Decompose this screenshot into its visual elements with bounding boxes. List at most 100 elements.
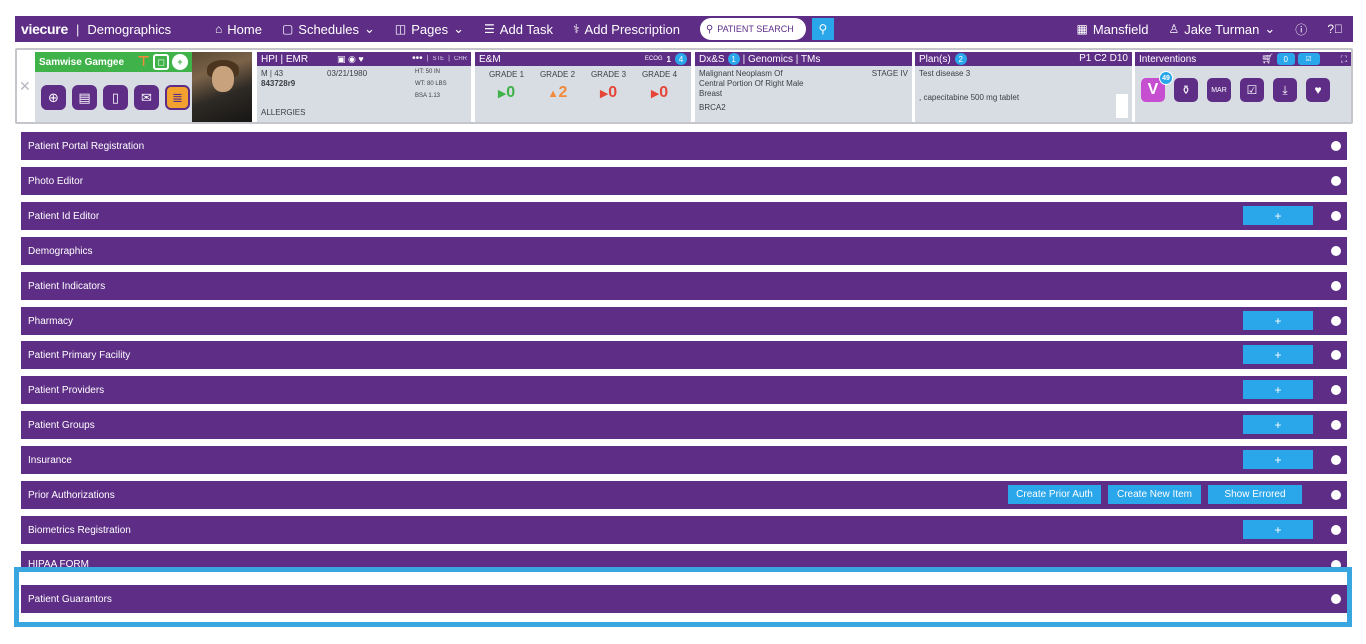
section-biometrics-registration[interactable]: Biometrics Registration + bbox=[21, 516, 1347, 544]
checklist-icon[interactable]: ☑ bbox=[1297, 53, 1320, 65]
section-pharmacy[interactable]: Pharmacy + bbox=[21, 307, 1347, 335]
nav-add-prescription[interactable]: ⚕ Add Prescription bbox=[573, 22, 680, 37]
patient-name[interactable]: Samwise Gamgee bbox=[39, 57, 124, 68]
section-patient-id-editor[interactable]: Patient Id Editor + bbox=[21, 202, 1347, 230]
document-icon[interactable]: ≣ bbox=[165, 85, 190, 110]
more-icon[interactable]: ••• bbox=[412, 53, 423, 64]
ecog-badge[interactable]: 4 bbox=[675, 53, 687, 65]
mar-icon[interactable]: MAR bbox=[1207, 78, 1231, 102]
add-patient-primary-facility-button[interactable]: + bbox=[1243, 345, 1313, 364]
nav-add-task[interactable]: ☰ Add Task bbox=[484, 22, 553, 37]
grade-label: GRADE 1 bbox=[488, 70, 525, 79]
cart-icon[interactable]: 🛒︎ bbox=[1261, 54, 1274, 65]
section-insurance[interactable]: Insurance + bbox=[21, 446, 1347, 474]
diagnosis-line-1: Malignant Neoplasm Of bbox=[699, 69, 783, 78]
flag-icon[interactable]: ⊤ bbox=[137, 54, 150, 70]
dx-badge[interactable]: 1 bbox=[727, 53, 740, 65]
expand-toggle-icon[interactable] bbox=[1331, 385, 1341, 395]
expand-toggle-icon[interactable] bbox=[1331, 211, 1341, 221]
location-selector[interactable]: ▦ Mansfield bbox=[1076, 22, 1148, 37]
vaccine-button[interactable]: V 49 bbox=[1141, 71, 1173, 102]
info-icon[interactable]: ⓘ bbox=[1295, 21, 1307, 38]
section-demographics[interactable]: Demographics bbox=[21, 237, 1347, 265]
expand-toggle-icon[interactable] bbox=[1331, 420, 1341, 430]
section-patient-providers[interactable]: Patient Providers + bbox=[21, 376, 1347, 404]
expand-toggle-icon[interactable] bbox=[1331, 141, 1341, 151]
cart-count[interactable]: 0 bbox=[1276, 53, 1295, 65]
note-icon[interactable]: ◻ bbox=[153, 54, 169, 70]
dx-panel: Dx&S 1 | Genomics | TMs Malignant Neopla… bbox=[695, 52, 912, 122]
nav-schedules[interactable]: ▢ Schedules ⌄ bbox=[282, 21, 375, 37]
add-patient-groups-button[interactable]: + bbox=[1243, 415, 1313, 434]
grade-count: 0 bbox=[506, 84, 516, 101]
chr-link[interactable]: CHR bbox=[454, 56, 467, 62]
grade-count: 0 bbox=[608, 84, 618, 101]
expand-toggle-icon[interactable] bbox=[1331, 560, 1341, 570]
section-patient-portal-registration[interactable]: Patient Portal Registration bbox=[21, 132, 1347, 160]
create-new-item-button[interactable]: Create New Item bbox=[1108, 485, 1201, 504]
collapse-chevron-icon[interactable]: ✕ bbox=[19, 78, 31, 95]
show-errored-button[interactable]: Show Errored bbox=[1208, 485, 1302, 504]
expand-toggle-icon[interactable] bbox=[1331, 594, 1341, 604]
search-button[interactable]: ⚲ bbox=[811, 18, 834, 40]
hpi-icons[interactable]: ▣ ◉ ♥ bbox=[337, 54, 364, 65]
section-label: Biometrics Registration bbox=[28, 524, 131, 536]
section-patient-guarantors[interactable]: Patient Guarantors bbox=[21, 585, 1347, 613]
grade-4[interactable]: GRADE 4 ▶0 bbox=[642, 70, 677, 102]
em-title[interactable]: E&M bbox=[479, 54, 501, 65]
ste-link[interactable]: STE bbox=[433, 56, 445, 62]
add-biometrics-registration-button[interactable]: + bbox=[1243, 520, 1313, 539]
expand-toggle-icon[interactable] bbox=[1331, 350, 1341, 360]
patient-search-input[interactable]: ⚲ PATIENT SEARCH bbox=[699, 18, 806, 40]
expand-toggle-icon[interactable] bbox=[1331, 525, 1341, 535]
heart-plus-icon[interactable]: ♥ bbox=[1306, 78, 1330, 102]
add-insurance-button[interactable]: + bbox=[1243, 450, 1313, 469]
user-menu[interactable]: ♙ Jake Turman ⌄ bbox=[1168, 21, 1275, 37]
expand-toggle-icon[interactable] bbox=[1331, 281, 1341, 291]
dx-title[interactable]: Dx&S bbox=[699, 54, 725, 65]
shield-plus-icon[interactable]: + bbox=[172, 54, 188, 70]
download-icon[interactable]: ⤓ bbox=[1273, 78, 1297, 102]
checklist-doc-icon[interactable]: ☑ bbox=[1240, 78, 1264, 102]
mail-icon[interactable]: ✉ bbox=[134, 85, 159, 110]
calendar-icon[interactable]: ▤ bbox=[72, 85, 97, 110]
hpi-title[interactable]: HPI | EMR bbox=[261, 54, 308, 65]
grade-3[interactable]: GRADE 3 ▶0 bbox=[591, 70, 626, 102]
ecog-label: ECOG bbox=[644, 56, 663, 62]
expand-toggle-icon[interactable] bbox=[1331, 176, 1341, 186]
nav-label: Add Prescription bbox=[584, 21, 680, 37]
interventions-title[interactable]: Interventions bbox=[1139, 54, 1196, 65]
patient-header: ✕ Samwise Gamgee ⊤ ◻ + ⊕ ▤ ▯ ✉ ≣ HPI | E… bbox=[15, 48, 1353, 124]
section-patient-groups[interactable]: Patient Groups + bbox=[21, 411, 1347, 439]
section-prior-authorizations[interactable]: Prior Authorizations Create Prior Auth Cre… bbox=[21, 481, 1347, 509]
weight: WT: 80 LBS bbox=[415, 81, 447, 87]
plan-title[interactable]: Plan(s) bbox=[919, 54, 951, 65]
plan-badge[interactable]: 2 bbox=[954, 53, 967, 65]
grade-arrow-icon: ▲ bbox=[547, 88, 559, 100]
expand-toggle-icon[interactable] bbox=[1331, 455, 1341, 465]
section-patient-indicators[interactable]: Patient Indicators bbox=[21, 272, 1347, 300]
grade-1[interactable]: GRADE 1 ▶0 bbox=[489, 70, 524, 102]
nav-pages[interactable]: ◫ Pages ⌄ bbox=[395, 21, 464, 37]
grade-2[interactable]: GRADE 2 ▲2 bbox=[540, 70, 575, 102]
add-pharmacy-button[interactable]: + bbox=[1243, 311, 1313, 330]
expand-toggle-icon[interactable] bbox=[1331, 490, 1341, 500]
nav-home[interactable]: ⌂ Home bbox=[215, 22, 262, 37]
section-patient-primary-facility[interactable]: Patient Primary Facility + bbox=[21, 341, 1347, 369]
globe-icon[interactable]: ⊕ bbox=[41, 85, 66, 110]
patient-photo[interactable] bbox=[192, 52, 252, 122]
allergies-label[interactable]: ALLERGIES bbox=[261, 108, 305, 117]
brand[interactable]: viecure | Demographics bbox=[15, 21, 215, 37]
section-photo-editor[interactable]: Photo Editor bbox=[21, 167, 1347, 195]
plan-scrollbar[interactable] bbox=[1116, 94, 1128, 118]
expand-toggle-icon[interactable] bbox=[1331, 316, 1341, 326]
genomics-title[interactable]: | Genomics | TMs bbox=[743, 54, 821, 65]
help-icon[interactable]: ?⃝ bbox=[1327, 22, 1343, 36]
mortar-pestle-icon[interactable]: ⚱ bbox=[1174, 78, 1198, 102]
create-prior-auth-button[interactable]: Create Prior Auth bbox=[1008, 485, 1101, 504]
expand-icon[interactable]: ⛶ bbox=[1341, 54, 1347, 65]
clipboard-icon[interactable]: ▯ bbox=[103, 85, 128, 110]
add-patient-providers-button[interactable]: + bbox=[1243, 380, 1313, 399]
add-patient-id-editor-button[interactable]: + bbox=[1243, 206, 1313, 225]
expand-toggle-icon[interactable] bbox=[1331, 246, 1341, 256]
